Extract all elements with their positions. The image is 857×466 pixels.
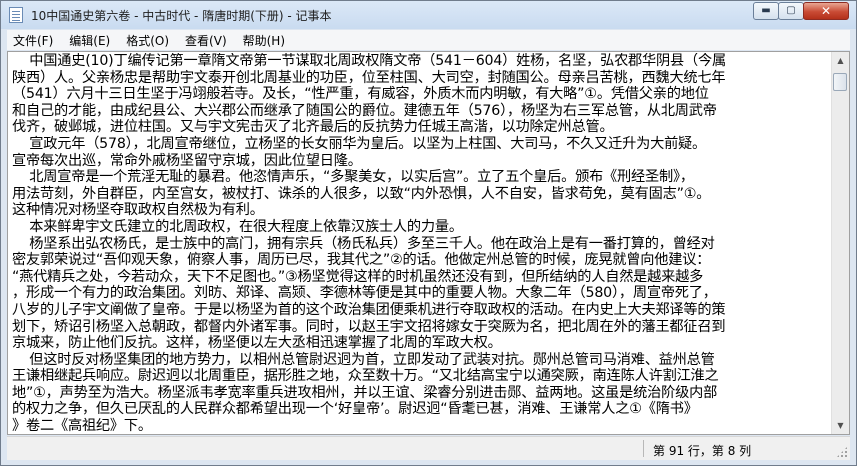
text-line: 密友郭荣说过“吾仰观天象，俯察人事，周历已尽，我其代之”②的话。他做定州总管的时… [12,252,711,269]
text-line: 宣帝每次出巡，常命外戚杨坚留守京城，因此位望日隆。 [12,152,362,169]
notepad-window: 10中国通史第六卷 - 中古时代 - 隋唐时期(下册) - 记事本 ▬ ▢ ✕ … [0,0,857,466]
title-bar[interactable]: 10中国通史第六卷 - 中古时代 - 隋唐时期(下册) - 记事本 ▬ ▢ ✕ [1,1,856,29]
text-line: 王谦相继起兵响应。尉迟迥以北周重臣，据形胜之地，众至数十万。“又北结高宝宁以通突… [12,368,719,385]
vertical-scrollbar[interactable]: ▲ ▼ [831,52,849,434]
scroll-down-button[interactable]: ▼ [832,417,849,434]
maximize-button[interactable]: ▢ [778,2,804,20]
cursor-position: 第 91 行，第 8 列 [653,444,752,458]
minimize-button[interactable]: ▬ [753,2,779,20]
text-line: 本来鲜卑宇文氏建立的北周政权，在很大程度上依靠汉族士人的力量。 [12,218,463,235]
text-line: 用法苛刻，外自群臣，内至宫女，被杖打、诛杀的人很多，以致“内外恐惧，人不自安，皆… [12,185,711,202]
menu-edit[interactable]: 编辑(E) [63,32,116,49]
text-line: 伐齐，破邺城，进位柱国。又与宇文宪击灭了北齐最后的反抗势力任城王高湝，以功除定州… [12,119,614,136]
scroll-up-button[interactable]: ▲ [832,52,849,69]
text-line: 杨坚系出弘农杨氏，是士族中的高门，拥有宗兵（杨氏私兵）多至三千人。他在政治上是有… [12,235,715,252]
minimize-icon: ▬ [761,5,771,16]
triangle-down-icon: ▼ [837,421,844,430]
text-line: 和自己的才能，由成纪县公、大兴郡公而继承了随国公的爵位。建德五年（576），杨坚… [12,102,717,119]
menu-bar: 文件(F) 编辑(E) 格式(O) 查看(V) 帮助(H) [7,30,850,50]
triangle-up-icon: ▲ [837,56,844,65]
text-line: 地”①，声势至为浩大。杨坚派韦孝宽率重兵进攻相州，并以王谊、梁睿分别进击郧、益两… [12,384,718,401]
text-line: 八岁的儿子宇文阐做了皇帝。于是以杨坚为首的这个政治集团便乘机进行夺取政权的活动。… [12,301,726,318]
text-line: 但这时反对杨坚集团的地方势力，以相州总管尉迟迥为首，立即发动了武装对抗。郧州总管… [12,351,715,368]
status-bar: 第 91 行，第 8 列 [7,436,850,460]
text-line: 的权力之争，但久已厌乱的人民群众都希望出现一个‘好皇帝’。尉迟迥“昏耄已甚，消难… [12,401,698,418]
text-line: ，形成一个有力的政治集团。刘昉、郑译、高颎、李德林等便是其中的重要人物。大象二年… [12,285,717,302]
text-line: 京城来，防止他们反抗。这样，杨坚便以左大丞相迅速掌握了北周的军政大权。 [12,335,502,352]
menu-file[interactable]: 文件(F) [7,32,59,49]
text-line: 北周宣帝是一个荒淫无耻的暴君。他恣情声乐，“多聚美女，以实后宫”。立了五个皇后。… [12,169,694,186]
resize-grip-icon[interactable] [836,446,848,458]
close-icon: ✕ [820,4,832,18]
notepad-app-icon[interactable] [9,7,23,23]
text-line: “燕代精兵之处，今若动众，天下不足图也。”③杨坚觉得这样的时机虽然还没有到，但所… [12,268,704,285]
status-separator [643,440,644,457]
text-line: 这种情况对杨坚夺取政权自然极为有利。 [12,202,264,219]
text-line: 陕西）人。父亲杨忠是帮助宇文泰开创北周基业的功臣，位至柱国、大司空，封随国公。母… [12,69,726,86]
scroll-thumb[interactable] [833,73,847,91]
text-line: 中国通史(10)丁编传记第一章隋文帝第一节谋取北周政权隋文帝（541－604）姓… [12,53,726,69]
maximize-icon: ▢ [786,5,796,16]
menu-view[interactable]: 查看(V) [179,32,233,49]
text-line: 》卷二《高祖纪》下。 [12,418,152,433]
text-line: 宣政元年（578），北周宣帝继位，立杨坚的长女丽华为皇后。以坚为上柱国、大司马，… [12,135,707,152]
text-line: 划下，矫诏引杨坚入总朝政，都督内外诸军事。同时，以赵王宇文招将嫁女于突厥为名，把… [12,318,726,335]
menu-format[interactable]: 格式(O) [120,32,175,49]
document-text[interactable]: 中国通史(10)丁编传记第一章隋文帝第一节谋取北周政权隋文帝（541－604）姓… [12,53,830,433]
menu-help[interactable]: 帮助(H) [237,32,291,49]
text-editor[interactable]: 中国通史(10)丁编传记第一章隋文帝第一节谋取北周政权隋文帝（541－604）姓… [7,51,850,435]
close-button[interactable]: ✕ [803,2,849,20]
window-title: 10中国通史第六卷 - 中古时代 - 隋唐时期(下册) - 记事本 [31,9,332,23]
text-line: （541）六月十三日生坚于冯翊般若寺。及长，“性严重，有威容，外质木而内明敏，有… [12,86,709,103]
